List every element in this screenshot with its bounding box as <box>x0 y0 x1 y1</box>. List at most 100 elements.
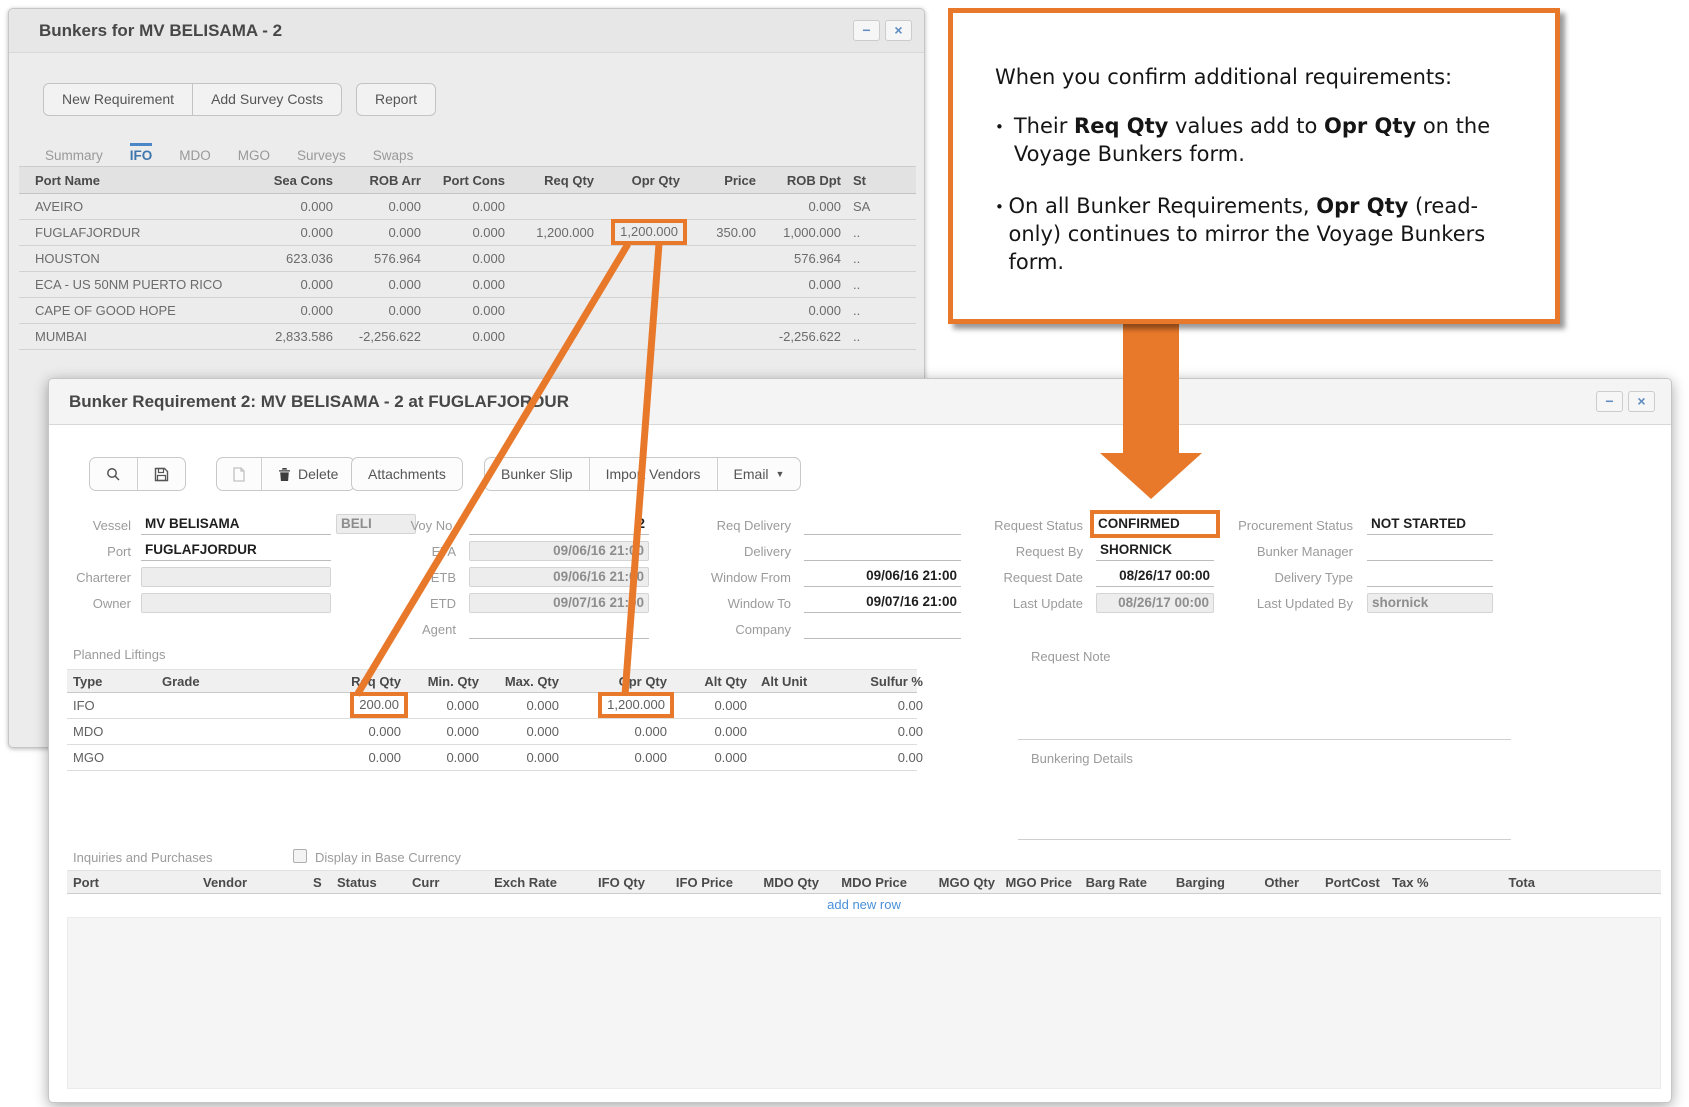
cell <box>594 246 680 271</box>
vessel-field[interactable]: MV BELISAMA <box>141 515 331 535</box>
minimize-icon[interactable]: − <box>1596 391 1623 412</box>
request-date-field[interactable]: 08/26/17 00:00 <box>1096 567 1214 587</box>
request-date-label: Request Date <box>979 568 1083 587</box>
request-by-field[interactable]: SHORNICK <box>1096 541 1214 561</box>
close-icon[interactable]: × <box>885 20 912 41</box>
col-barg-rate: Barg Rate <box>1072 871 1147 894</box>
annotation-callout: When you confirm additional requirements… <box>948 8 1560 324</box>
voy-no-field[interactable]: 2 <box>469 515 649 535</box>
col-opr-qty: Opr Qty <box>559 670 667 693</box>
new-requirement-button[interactable]: New Requirement <box>44 84 192 115</box>
col-port-name: Port Name <box>35 167 247 194</box>
base-currency-checkbox[interactable] <box>293 849 307 863</box>
cell: SA <box>841 194 897 219</box>
eta-label: ETA <box>379 542 456 561</box>
bunker-manager-field[interactable] <box>1367 541 1493 561</box>
procurement-status-field[interactable]: NOT STARTED <box>1367 515 1493 535</box>
tab-mgo[interactable]: MGO <box>238 143 270 163</box>
tab-ifo[interactable]: IFO <box>130 143 153 163</box>
report-button[interactable]: Report <box>357 84 435 115</box>
cell: 0.000 <box>479 693 559 718</box>
tab-swaps[interactable]: Swaps <box>373 143 414 163</box>
minimize-icon[interactable]: − <box>853 20 880 41</box>
cell <box>747 693 817 718</box>
delivery-field[interactable] <box>804 541 961 561</box>
cell <box>747 745 817 770</box>
cell <box>505 324 594 349</box>
add-survey-costs-button[interactable]: Add Survey Costs <box>192 84 341 115</box>
charterer-field <box>141 567 331 587</box>
col-portcost: PortCost <box>1299 871 1392 894</box>
delivery-type-field[interactable] <box>1367 567 1493 587</box>
bunker-requirement-window: Bunker Requirement 2: MV BELISAMA - 2 at… <box>48 378 1672 1103</box>
bunker-slip-button[interactable]: Bunker Slip <box>485 458 589 490</box>
company-label: Company <box>689 620 791 639</box>
cell: -2,256.622 <box>333 324 421 349</box>
import-vendors-button[interactable]: Import Vendors <box>589 458 717 490</box>
delete-button[interactable]: Delete <box>261 458 354 490</box>
close-icon[interactable]: × <box>1628 391 1655 412</box>
save-button[interactable] <box>137 458 185 490</box>
window-to-field[interactable]: 09/07/16 21:00 <box>804 593 961 613</box>
table-row[interactable]: AVEIRO 0.000 0.000 0.000 0.000 SA <box>19 194 916 220</box>
cell: 0.000 <box>421 272 505 297</box>
cell <box>680 298 756 323</box>
request-status-field[interactable]: CONFIRMED <box>1090 510 1220 538</box>
cell <box>594 194 680 219</box>
req-delivery-field[interactable] <box>804 515 961 535</box>
tab-surveys[interactable]: Surveys <box>297 143 346 163</box>
lifting-row[interactable]: MGO 0.000 0.000 0.000 0.000 0.000 0.00 <box>67 745 917 771</box>
cell <box>680 246 756 271</box>
table-row[interactable]: MUMBAI 2,833.586 -2,256.622 0.000 -2,256… <box>19 324 916 350</box>
request-note-field[interactable] <box>1018 679 1511 740</box>
cell: 0.000 <box>421 194 505 219</box>
table-row[interactable]: CAPE OF GOOD HOPE 0.000 0.000 0.000 0.00… <box>19 298 916 324</box>
table-row[interactable]: FUGLAFJORDUR 0.000 0.000 0.000 1,200.000… <box>19 220 916 246</box>
window-from-label: Window From <box>689 568 791 587</box>
requirement-window-titlebar: Bunker Requirement 2: MV BELISAMA - 2 at… <box>49 379 1671 425</box>
lifting-row[interactable]: MDO 0.000 0.000 0.000 0.000 0.000 0.00 <box>67 719 917 745</box>
cell: 0.000 <box>667 745 747 770</box>
col-status: Status <box>337 871 412 894</box>
cell: 0.000 <box>333 298 421 323</box>
window-from-field[interactable]: 09/06/16 21:00 <box>804 567 961 587</box>
bunkering-details-field[interactable] <box>1018 779 1511 840</box>
company-field[interactable] <box>804 619 961 639</box>
delete-label: Delete <box>298 458 338 490</box>
col-mgo-price: MGO Price <box>995 871 1072 894</box>
note-button[interactable] <box>217 458 261 490</box>
search-button[interactable] <box>90 458 137 490</box>
cell: IFO <box>73 693 162 718</box>
cell <box>594 298 680 323</box>
cell: 0.000 <box>756 272 841 297</box>
tab-summary[interactable]: Summary <box>45 143 103 163</box>
bunkering-details-label: Bunkering Details <box>1031 751 1133 766</box>
col-ifo-qty: IFO Qty <box>557 871 645 894</box>
cell: 0.00 <box>817 693 923 718</box>
cell: 0.00 <box>817 719 923 744</box>
bunkers-toolbar-group: New Requirement Add Survey Costs <box>43 83 342 116</box>
bunker-actions-group: Bunker Slip Import Vendors Email▼ <box>484 457 801 491</box>
cell: 0.000 <box>247 220 333 245</box>
tab-mdo[interactable]: MDO <box>179 143 211 163</box>
requirement-window-title: Bunker Requirement 2: MV BELISAMA - 2 at… <box>69 392 1596 412</box>
cell: 0.000 <box>559 745 667 770</box>
table-row[interactable]: HOUSTON 623.036 576.964 0.000 576.964 .. <box>19 246 916 272</box>
cell: ECA - US 50NM PUERTO RICO <box>35 272 247 297</box>
email-button[interactable]: Email▼ <box>717 458 801 490</box>
col-vendor: Vendor <box>203 871 313 894</box>
add-new-row-link[interactable]: add new row <box>827 897 901 912</box>
lifting-row[interactable]: IFO 200.00 0.000 0.000 1,200.000 0.000 0… <box>67 693 917 719</box>
req-qty-highlight: 200.00 <box>350 692 408 718</box>
port-field[interactable]: FUGLAFJORDUR <box>141 541 331 561</box>
table-row[interactable]: ECA - US 50NM PUERTO RICO 0.000 0.000 0.… <box>19 272 916 298</box>
cell <box>505 298 594 323</box>
cell: 200.00 <box>269 693 401 718</box>
planned-liftings-table: Type Grade Req Qty Min. Qty Max. Qty Opr… <box>67 669 917 771</box>
attachments-button[interactable]: Attachments <box>352 458 462 490</box>
cell <box>680 194 756 219</box>
agent-field[interactable] <box>469 619 649 639</box>
request-status-label: Request Status <box>979 516 1083 535</box>
bullet-text: Their Req Qty values add to Opr Qty on t… <box>1014 113 1531 169</box>
owner-label: Owner <box>56 594 131 613</box>
